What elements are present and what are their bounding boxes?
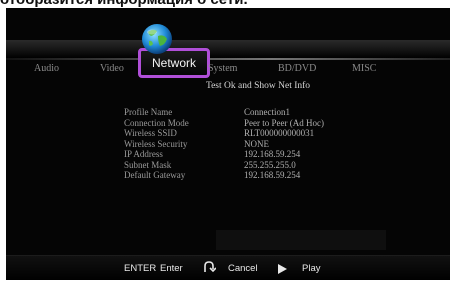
- value-wireless-security: NONE: [244, 138, 269, 149]
- tab-bd-dvd[interactable]: BD/DVD: [278, 63, 316, 74]
- enter-key-label: ENTER: [124, 263, 157, 274]
- value-connection-mode: Peer to Peer (Ad Hoc): [244, 117, 324, 128]
- value-wireless-ssid: RLT000000000031: [244, 128, 315, 138]
- menu-divider: [6, 58, 450, 60]
- tab-network-label: Network: [151, 56, 196, 70]
- label-profile-name: Profile Name: [124, 107, 173, 117]
- value-default-gateway: 192.168.59.254: [244, 170, 301, 180]
- button-hint-bar: ENTER Enter Cancel Play: [6, 255, 450, 280]
- tab-video[interactable]: Video: [100, 63, 124, 74]
- cancel-hint-label: Cancel: [228, 263, 258, 274]
- play-triangle-icon: [278, 264, 287, 274]
- return-arrow-icon: [204, 261, 216, 273]
- info-values: Connection1 Peer to Peer (Ad Hoc) RLT000…: [244, 107, 324, 181]
- label-connection-mode: Connection Mode: [124, 117, 189, 128]
- tab-system[interactable]: System: [208, 63, 237, 74]
- value-profile-name: Connection1: [244, 107, 290, 117]
- info-labels: Profile Name Connection Mode Wireless SS…: [124, 107, 189, 181]
- enter-hint-label: Enter: [160, 263, 183, 274]
- label-wireless-security: Wireless Security: [124, 138, 188, 149]
- value-subnet-mask: 255.255.255.0: [244, 159, 296, 170]
- label-default-gateway: Default Gateway: [124, 170, 186, 180]
- tab-audio[interactable]: Audio: [34, 63, 59, 74]
- setup-screen: Audio Video Network System BD/DVD MISC T…: [6, 8, 450, 280]
- globe-icon: [142, 24, 172, 54]
- network-status-line: Test Ok and Show Net Info: [205, 81, 311, 91]
- value-ip-address: 192.168.59.254: [244, 149, 301, 159]
- label-wireless-ssid: Wireless SSID: [124, 128, 177, 138]
- play-hint-label: Play: [302, 263, 321, 274]
- tab-misc[interactable]: MISC: [352, 63, 376, 74]
- info-panel-strip: [216, 230, 386, 250]
- menu-band: [6, 40, 450, 58]
- label-subnet-mask: Subnet Mask: [124, 159, 172, 170]
- label-ip-address: IP Address: [124, 149, 163, 159]
